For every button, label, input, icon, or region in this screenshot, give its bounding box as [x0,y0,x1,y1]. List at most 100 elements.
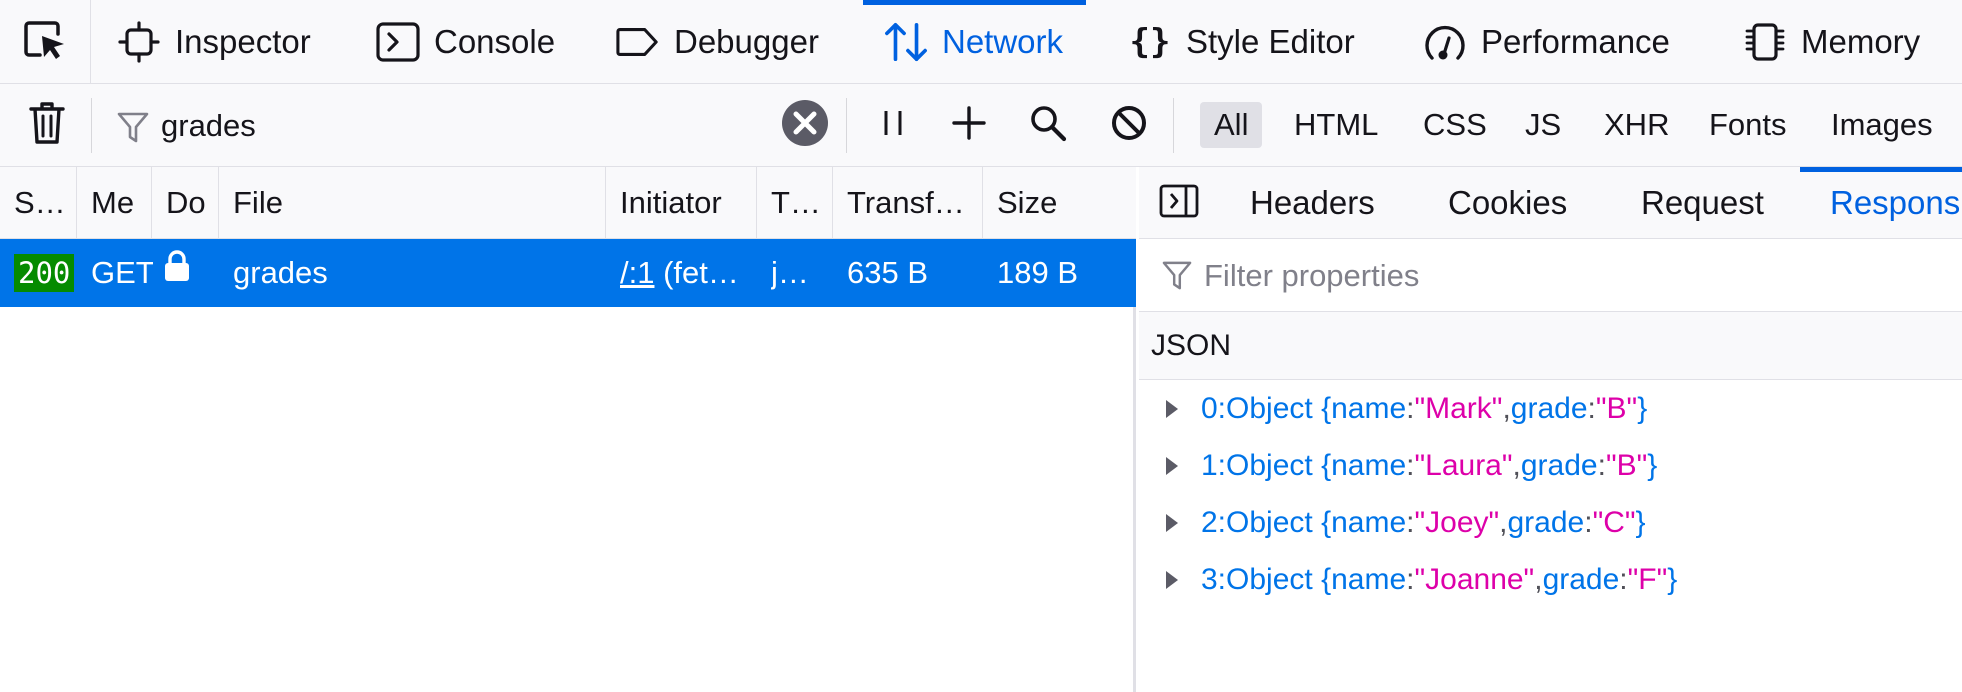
json-string-value: "B" [1595,391,1638,425]
json-string-value: "Laura" [1414,448,1513,482]
request-file: grades [233,255,328,290]
element-picker-icon [22,17,68,68]
json-string-value: "B" [1605,448,1648,482]
search-icon [1028,103,1068,148]
json-key: name [1331,391,1407,425]
search-button[interactable] [1023,100,1073,150]
json-object-label: Object { [1226,562,1332,596]
type-filter-html[interactable]: HTML [1280,102,1392,148]
close-icon [781,99,829,152]
type-filter-images[interactable]: Images [1817,102,1947,148]
filter-properties-input[interactable]: Filter properties [1204,239,1419,312]
toggle-sidebar-button[interactable] [1157,181,1201,225]
filter-icon [115,110,151,146]
json-punctuation: : [1584,505,1593,539]
tab-style-editor[interactable]: {} Style Editor [1128,0,1355,84]
filter-icon [1161,259,1193,293]
tab-network[interactable]: Network [862,0,1087,84]
toolbar-separator [846,98,847,153]
json-punctuation: : [1406,391,1415,425]
initiator-text: (fet… [654,255,739,290]
request-initiator: /:1 (fet… [620,239,750,307]
column-header-method[interactable]: Me [77,167,152,239]
sidebar-toggle-icon [1159,183,1199,224]
json-section-header[interactable]: JSON [1139,312,1962,380]
pause-icon [878,108,908,143]
block-icon [1110,104,1148,147]
tab-memory[interactable]: Memory [1743,0,1920,84]
tab-label: Network [942,23,1064,60]
tab-label: Performance [1481,23,1670,60]
tab-performance[interactable]: Performance [1423,0,1670,84]
add-request-button[interactable] [944,100,994,150]
tab-label: Inspector [175,23,311,60]
column-header-size[interactable]: Size [983,167,1136,239]
type-filter-xhr[interactable]: XHR [1590,102,1683,148]
json-punctuation: : [1406,505,1415,539]
details-tab-bar: Headers Cookies Request Respons [1139,167,1962,239]
json-punctuation: : [1406,562,1415,596]
json-tree-row[interactable]: 2: Object { name: "Joey", grade: "C" } [1139,494,1962,551]
request-transferred: 635 B [847,255,929,290]
type-filter-all[interactable]: All [1200,102,1263,148]
memory-icon [1743,20,1787,64]
clear-filter-button[interactable] [781,99,829,152]
type-filter-js[interactable]: JS [1511,102,1575,148]
json-punctuation: : [1406,448,1415,482]
json-key: grade [1520,448,1598,482]
tab-inspector[interactable]: Inspector [117,0,311,84]
expand-triangle-icon[interactable] [1164,512,1184,534]
column-header-transferred[interactable]: Transf… [833,167,983,239]
request-method: GET [91,255,153,290]
request-domain [162,239,202,307]
tab-debugger[interactable]: Debugger [616,0,819,84]
type-filter-fonts[interactable]: Fonts [1695,102,1801,148]
element-picker-button[interactable] [0,0,91,84]
expand-triangle-icon[interactable] [1164,398,1184,420]
tab-cookies[interactable]: Cookies [1448,167,1567,239]
column-header-file[interactable]: File [219,167,606,239]
column-header-status[interactable]: S… [0,167,77,239]
request-row[interactable]: 200 GET grades /:1 (fet… j… 635 B 189 B [0,239,1136,307]
lock-icon [162,239,192,307]
tab-headers[interactable]: Headers [1250,167,1375,239]
debugger-icon [616,20,660,64]
json-tree-row[interactable]: 3: Object { name: "Joanne", grade: "F" } [1139,551,1962,608]
performance-icon [1423,20,1467,64]
json-object-label: Object { [1226,391,1332,425]
json-object-close: } [1667,562,1678,596]
json-key: 2: [1201,505,1227,539]
url-filter-input[interactable]: grades [161,84,256,167]
network-toolbar: grades All HTML CSS JS XHR Fonts Images [0,84,1962,167]
json-string-value: "Joey" [1414,505,1500,539]
expand-triangle-icon[interactable] [1164,569,1184,591]
json-tree-row[interactable]: 1: Object { name: "Laura", grade: "B" } [1139,437,1962,494]
json-punctuation: , [1502,391,1511,425]
initiator-link[interactable]: /:1 [620,255,654,290]
json-tree-row[interactable]: 0: Object { name: "Mark", grade: "B" } [1139,380,1962,437]
column-header-initiator[interactable]: Initiator [606,167,757,239]
json-string-value: "C" [1592,505,1636,539]
tab-label: Memory [1801,23,1921,60]
column-header-type[interactable]: T… [757,167,833,239]
type-filter-css[interactable]: CSS [1409,102,1501,148]
tab-response[interactable]: Respons [1799,167,1962,239]
network-icon [884,20,928,64]
request-type: j… [771,255,809,290]
json-key: name [1331,448,1407,482]
trash-icon [28,100,66,151]
pause-button[interactable] [868,100,918,150]
json-key: 1: [1201,448,1227,482]
tab-request[interactable]: Request [1641,167,1764,239]
toolbar-separator [1173,98,1174,153]
style-editor-icon: {} [1129,22,1171,62]
column-header-domain[interactable]: Do [152,167,219,239]
json-string-value: "Joanne" [1414,562,1535,596]
expand-triangle-icon[interactable] [1164,455,1184,477]
tab-console[interactable]: Console [376,0,555,84]
block-requests-button[interactable] [1104,100,1154,150]
clear-button[interactable] [20,98,74,152]
request-details-panel: Headers Cookies Request Respons Filter p… [1139,167,1962,692]
json-key: name [1331,505,1407,539]
json-punctuation: : [1619,562,1628,596]
